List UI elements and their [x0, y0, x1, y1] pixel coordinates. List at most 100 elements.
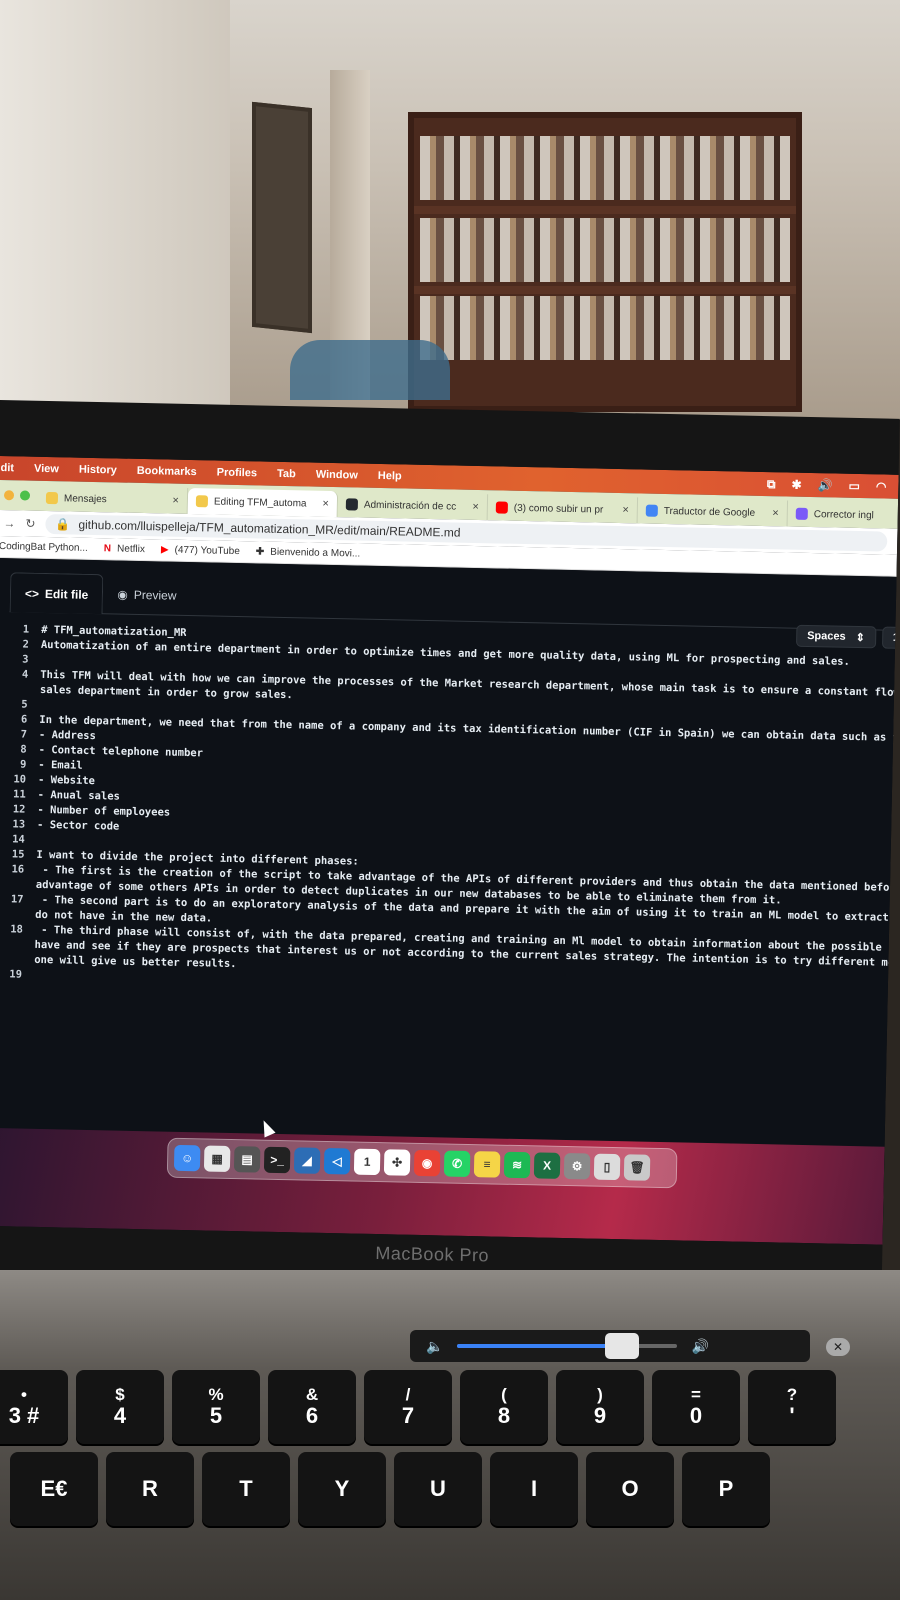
- spotify-icon[interactable]: ≋: [503, 1151, 531, 1179]
- forward-icon[interactable]: →: [3, 516, 15, 530]
- key[interactable]: Y: [298, 1452, 386, 1526]
- key-shift-label: =: [691, 1384, 701, 1404]
- finder-icon[interactable]: ☺: [173, 1144, 201, 1172]
- volume-slider-knob[interactable]: [605, 1333, 640, 1359]
- tab-close-icon[interactable]: ×: [472, 501, 479, 513]
- line-number: 13: [12, 818, 26, 831]
- key[interactable]: O: [586, 1452, 674, 1526]
- key[interactable]: P: [682, 1452, 770, 1526]
- key-label: E€: [40, 1475, 68, 1501]
- bookmark-movistar[interactable]: ✚ Bienvenido a Movi...: [256, 546, 361, 559]
- key[interactable]: ? ': [748, 1370, 836, 1444]
- tab-edit-file[interactable]: <> Edit file: [9, 572, 104, 615]
- calendar-icon[interactable]: 1: [353, 1148, 381, 1176]
- key-label: U: [430, 1475, 446, 1501]
- key[interactable]: & 6: [268, 1370, 356, 1444]
- key-label: 7: [401, 1403, 415, 1429]
- tab-close-icon[interactable]: ×: [622, 504, 629, 516]
- bookshelf: [408, 112, 802, 412]
- volume-slider[interactable]: [457, 1333, 678, 1359]
- tab-preview[interactable]: ◉ Preview: [103, 574, 191, 616]
- tab-close-icon[interactable]: ×: [322, 498, 329, 510]
- browser-tab[interactable]: Corrector ingl×: [787, 500, 899, 530]
- screen-mirror-icon[interactable]: ⧉: [767, 477, 776, 492]
- tab-favicon-icon: [495, 501, 508, 514]
- tab-close-icon[interactable]: ×: [772, 507, 779, 519]
- tab-close-icon[interactable]: ×: [172, 495, 179, 507]
- bookmark-netflix[interactable]: N Netflix: [104, 543, 145, 555]
- url-text: github.com/lluispelleja/TFM_automatizati…: [78, 517, 461, 540]
- trash-icon[interactable]: 🗑: [623, 1154, 651, 1181]
- key[interactable]: ) 9: [556, 1370, 644, 1444]
- tab-label: Edit file: [44, 586, 89, 602]
- key[interactable]: E€: [10, 1452, 98, 1526]
- browser-tab[interactable]: Editing TFM_automa ×: [187, 487, 339, 518]
- key-label: 5: [209, 1403, 223, 1429]
- key[interactable]: % 5: [172, 1370, 260, 1444]
- line-number: 11: [12, 788, 26, 801]
- key[interactable]: $4: [76, 1370, 164, 1444]
- bookmark-youtube[interactable]: ▶ (477) YouTube: [161, 544, 240, 557]
- menu-help[interactable]: Help: [378, 470, 402, 482]
- browser-tab[interactable]: Administración de cc ×: [337, 491, 489, 521]
- notes-icon[interactable]: ≡: [473, 1151, 501, 1178]
- menu-history[interactable]: History: [79, 464, 117, 477]
- line-number: 7: [20, 728, 28, 741]
- key[interactable]: /7: [364, 1370, 452, 1444]
- documents-icon[interactable]: ▯: [593, 1153, 621, 1181]
- line-number: 6: [20, 713, 28, 726]
- slack-icon[interactable]: ✣: [383, 1149, 411, 1176]
- key[interactable]: (8: [460, 1370, 548, 1444]
- room-background: [0, 0, 900, 420]
- line-number: 14: [12, 833, 25, 846]
- terminal-icon[interactable]: >_: [263, 1146, 291, 1174]
- menu-dit[interactable]: dit: [0, 462, 14, 474]
- wifi-icon[interactable]: ◠: [876, 479, 887, 494]
- menu-window[interactable]: Window: [316, 469, 358, 482]
- tab-title: Traductor de Google: [663, 505, 756, 519]
- code-editor[interactable]: 1 # TFM_automatization_MR 2 Automatization …: [6, 622, 898, 1001]
- system-preferences-icon[interactable]: ⚙: [563, 1152, 591, 1180]
- menu-tab[interactable]: Tab: [277, 468, 296, 480]
- key[interactable]: I: [490, 1452, 578, 1526]
- reload-icon[interactable]: ↻: [25, 517, 35, 531]
- menu-view[interactable]: View: [34, 463, 59, 476]
- key-label: 3 #: [8, 1403, 40, 1429]
- whatsapp-icon[interactable]: ✆: [443, 1150, 471, 1178]
- chrome-icon[interactable]: ◉: [413, 1149, 441, 1177]
- key[interactable]: R: [106, 1452, 194, 1526]
- key[interactable]: T: [202, 1452, 290, 1526]
- close-icon[interactable]: ✕: [826, 1338, 850, 1356]
- launchpad-icon[interactable]: ▦: [203, 1145, 231, 1172]
- mysql-workbench-icon[interactable]: ◢: [293, 1147, 321, 1174]
- key[interactable]: = 0: [652, 1370, 740, 1444]
- browser-tab[interactable]: Mensajes ×: [37, 484, 189, 514]
- window-controls: [0, 490, 38, 511]
- number-key-row: • 3 # $4% 5 & 6/7(8) 9 = 0? ': [0, 1370, 900, 1444]
- bookmark-codingbat[interactable]: CodingBat Python...: [0, 541, 88, 554]
- key-label: 6: [305, 1403, 319, 1429]
- zoom-button[interactable]: [19, 490, 31, 501]
- browser-tab[interactable]: Traductor de Google ×: [637, 497, 789, 527]
- volume-icon[interactable]: 🔊: [817, 478, 832, 493]
- minimize-button[interactable]: [3, 490, 15, 501]
- key-label: ': [789, 1403, 795, 1429]
- calculator-icon[interactable]: ▤: [233, 1146, 261, 1173]
- excel-icon[interactable]: X: [533, 1152, 561, 1179]
- vscode-icon[interactable]: ◁: [323, 1147, 351, 1175]
- book-row: [420, 218, 790, 282]
- line-number: 8: [20, 743, 27, 756]
- menu-profiles[interactable]: Profiles: [217, 467, 258, 480]
- laptop-bezel: dit View History Bookmarks Profiles Tab Window…: [0, 400, 900, 1289]
- browser-tab[interactable]: (3) como subir un pr ×: [487, 494, 639, 524]
- key[interactable]: U: [394, 1452, 482, 1526]
- bluetooth-icon[interactable]: ✱: [791, 477, 801, 492]
- menubar-status: ⧉ ✱ 🔊 ▭ ◠: [767, 477, 899, 495]
- key[interactable]: • 3 #: [0, 1370, 68, 1444]
- key-shift-label: $: [115, 1384, 125, 1404]
- line-number: 1: [22, 623, 30, 636]
- bookmark-label: Bienvenido a Movi...: [270, 546, 361, 560]
- battery-icon[interactable]: ▭: [848, 478, 860, 493]
- menu-bookmarks[interactable]: Bookmarks: [137, 465, 197, 478]
- editor-tabs: <> Edit file ◉ Preview Spaces⇕ 1⇕: [9, 572, 899, 650]
